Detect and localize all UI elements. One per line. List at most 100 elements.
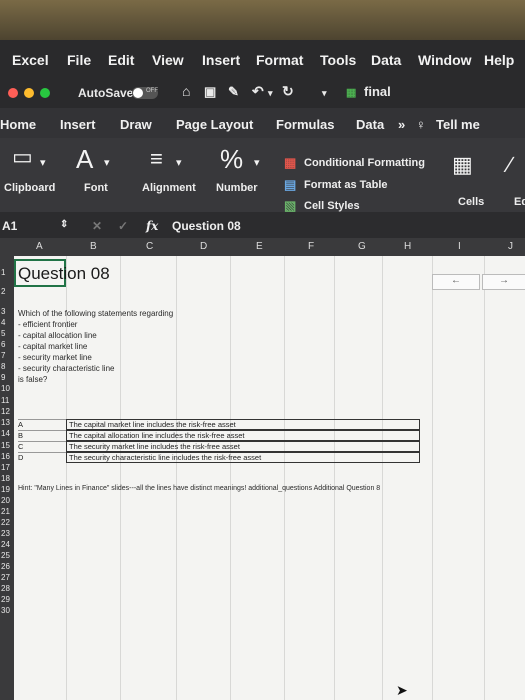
name-box-stepper-icon[interactable]: ⇕ — [60, 219, 68, 230]
row-header[interactable]: 3 — [1, 307, 14, 316]
next-question-button[interactable]: → — [482, 274, 525, 290]
row-header[interactable]: 9 — [1, 373, 14, 382]
row-header[interactable]: 28 — [1, 584, 14, 593]
font-group-label: Font — [84, 182, 108, 194]
font-dropdown-icon[interactable]: ▾ — [104, 156, 110, 169]
row-header[interactable]: 29 — [1, 595, 14, 604]
menu-bar: Excel File Edit View Insert Format Tools… — [0, 40, 525, 78]
column-header-c[interactable]: C — [146, 241, 153, 252]
previous-question-button[interactable]: ← — [432, 274, 480, 290]
row-header[interactable]: 30 — [1, 606, 14, 615]
menu-tools[interactable]: Tools — [320, 52, 356, 68]
row-header[interactable]: 24 — [1, 540, 14, 549]
column-header-a[interactable]: A — [36, 241, 43, 252]
home-icon[interactable]: ⌂ — [182, 83, 190, 99]
menu-help[interactable]: Help — [484, 52, 514, 68]
number-dropdown-icon[interactable]: ▾ — [254, 156, 260, 169]
customize-toolbar-icon[interactable]: ▾ — [322, 88, 327, 99]
row-header[interactable]: 20 — [1, 496, 14, 505]
row-header[interactable]: 26 — [1, 562, 14, 571]
gridline — [334, 256, 335, 700]
undo-dropdown-icon[interactable]: ▾ — [268, 88, 273, 99]
row-header[interactable]: 27 — [1, 573, 14, 582]
row-header[interactable]: 15 — [1, 441, 14, 450]
tab-data[interactable]: Data — [356, 117, 384, 132]
conditional-formatting-button[interactable]: Conditional Formatting — [304, 157, 425, 169]
save-icon[interactable]: ▣ — [204, 84, 216, 100]
format-as-table-button[interactable]: Format as Table — [304, 179, 388, 191]
menu-format[interactable]: Format — [256, 52, 303, 68]
menu-window[interactable]: Window — [418, 52, 472, 68]
menu-app[interactable]: Excel — [12, 52, 49, 68]
cancel-formula-icon[interactable]: ✕ — [92, 219, 102, 233]
row-header[interactable]: 23 — [1, 529, 14, 538]
column-header-d[interactable]: D — [200, 241, 207, 252]
formula-input[interactable]: Question 08 — [172, 219, 241, 233]
font-icon[interactable]: A — [76, 144, 93, 175]
row-header[interactable]: 25 — [1, 551, 14, 560]
row-header[interactable]: 22 — [1, 518, 14, 527]
number-format-icon[interactable]: % — [220, 144, 243, 175]
column-header-i[interactable]: I — [458, 241, 461, 252]
row-header[interactable]: 14 — [1, 429, 14, 438]
tell-me-search[interactable]: Tell me — [436, 117, 480, 132]
row-header[interactable]: 10 — [1, 384, 14, 393]
worksheet-grid[interactable]: 1 2 3 4 5 6 7 8 9 10 11 12 13 14 15 16 17 18 19 20 21 22 23 24 2… — [0, 256, 525, 700]
row-header[interactable]: 6 — [1, 340, 14, 349]
align-icon[interactable]: ≡ — [150, 146, 163, 172]
close-window-button[interactable] — [8, 88, 18, 98]
row-header[interactable]: 21 — [1, 507, 14, 516]
function-icon[interactable]: fx — [146, 219, 158, 233]
edit-icon[interactable]: ✎ — [228, 84, 239, 100]
row-header[interactable]: 5 — [1, 329, 14, 338]
question-line: - security market line — [18, 353, 92, 362]
menu-file[interactable]: File — [67, 52, 91, 68]
row-header[interactable]: 17 — [1, 463, 14, 472]
minimize-window-button[interactable] — [24, 88, 34, 98]
redo-icon[interactable]: ↻ — [282, 83, 294, 100]
option-c-text[interactable]: The security market line includes the ri… — [66, 441, 420, 452]
column-header-j[interactable]: J — [508, 241, 513, 252]
option-d-text[interactable]: The security characteristic line include… — [66, 452, 420, 463]
question-title[interactable]: Question 08 — [18, 264, 110, 284]
row-header[interactable]: 4 — [1, 318, 14, 327]
paste-dropdown-icon[interactable]: ▾ — [40, 156, 46, 169]
column-header-e[interactable]: E — [256, 241, 263, 252]
tab-formulas[interactable]: Formulas — [276, 117, 335, 132]
menu-view[interactable]: View — [152, 52, 184, 68]
menu-data[interactable]: Data — [371, 52, 401, 68]
confirm-formula-icon[interactable]: ✓ — [118, 219, 128, 233]
row-header[interactable]: 7 — [1, 351, 14, 360]
align-dropdown-icon[interactable]: ▾ — [176, 156, 182, 169]
more-tabs-icon[interactable]: » — [398, 117, 405, 132]
editing-icon[interactable]: ∕ — [508, 152, 512, 178]
row-header[interactable]: 19 — [1, 485, 14, 494]
tab-draw[interactable]: Draw — [120, 117, 152, 132]
row-header[interactable]: 2 — [1, 287, 14, 296]
option-a-text[interactable]: The capital market line includes the ris… — [66, 419, 420, 430]
column-header-h[interactable]: H — [404, 241, 411, 252]
option-b-text[interactable]: The capital allocation line includes the… — [66, 430, 420, 441]
column-header-b[interactable]: B — [90, 241, 97, 252]
autosave-toggle[interactable]: OFF — [132, 87, 158, 99]
zoom-window-button[interactable] — [40, 88, 50, 98]
cells-icon[interactable]: ▦ — [452, 152, 473, 178]
cell-styles-button[interactable]: Cell Styles — [304, 200, 360, 212]
name-box[interactable]: A1 — [2, 219, 17, 233]
row-header[interactable]: 1 — [1, 268, 14, 277]
row-header[interactable]: 16 — [1, 452, 14, 461]
row-header[interactable]: 18 — [1, 474, 14, 483]
menu-insert[interactable]: Insert — [202, 52, 240, 68]
row-header[interactable]: 13 — [1, 418, 14, 427]
tab-page-layout[interactable]: Page Layout — [176, 117, 253, 132]
paste-icon[interactable]: ▭ — [12, 144, 33, 170]
column-header-f[interactable]: F — [308, 241, 314, 252]
row-header[interactable]: 12 — [1, 407, 14, 416]
undo-icon[interactable]: ↶ — [252, 83, 264, 100]
row-header[interactable]: 11 — [1, 396, 14, 405]
column-header-g[interactable]: G — [358, 241, 366, 252]
tab-insert[interactable]: Insert — [60, 117, 95, 132]
menu-edit[interactable]: Edit — [108, 52, 134, 68]
tab-home[interactable]: Home — [0, 117, 36, 132]
row-header[interactable]: 8 — [1, 362, 14, 371]
